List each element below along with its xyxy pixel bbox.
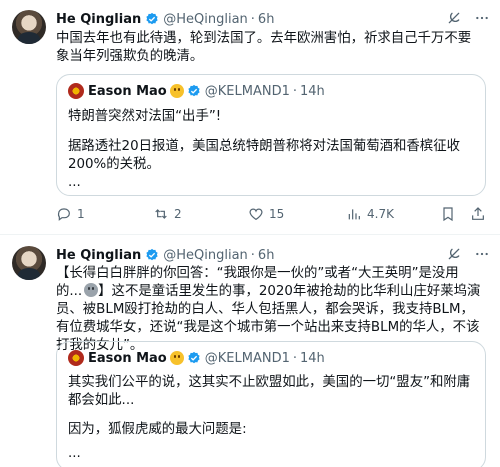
tweet-text: 中国去年也有此待遇，轮到法国了。去年欧洲害怕，祈求自己千万不要象当年列强欺负的晚… [56, 31, 472, 64]
timestamp[interactable]: 6h [258, 248, 275, 263]
quoted-tweet[interactable]: Eason Mao @KELMAND1 · 14h 其实我们公平的说，这其实不止… [56, 341, 486, 467]
emoji-icon [169, 84, 184, 98]
quoted-author-handle: @KELMAND1 [204, 83, 290, 99]
tweet-header: He Qinglian @HeQinglian · 6h [56, 10, 490, 28]
quoted-author-name: Eason Mao [88, 83, 167, 99]
quoted-avatar [68, 83, 84, 99]
more-icon[interactable] [474, 10, 490, 26]
grok-icon[interactable] [446, 246, 462, 262]
quoted-text-line: 其实我们公平的说，这其实不止欧盟如此，美国的一切“盟友”和附庸都会如此... [68, 375, 471, 408]
quoted-author-name: Eason Mao [88, 350, 167, 366]
tweet-actions: 1 2 15 4.7K [56, 206, 486, 226]
quoted-author-handle: @KELMAND1 [204, 350, 290, 366]
separator-dot: · [250, 11, 255, 27]
views-count: 4.7K [367, 207, 394, 221]
author-name[interactable]: He Qinglian [56, 12, 141, 27]
quoted-tweet[interactable]: Eason Mao @KELMAND1 · 14h 特朗普突然对法国“出手”! … [56, 74, 486, 196]
quoted-text-line: 据路透社20日报道，美国总统特朗普称将对法国葡萄酒和香槟征收200%的关税。 [68, 139, 460, 172]
verified-badge-icon [145, 248, 159, 262]
reply-count: 1 [77, 207, 85, 221]
tweet-header: He Qinglian @HeQinglian · 6h [56, 246, 490, 264]
timestamp[interactable]: 6h [258, 12, 275, 27]
emoji-icon [169, 351, 184, 365]
grok-icon[interactable] [446, 10, 462, 26]
divider [0, 234, 500, 235]
separator-dot: · [292, 83, 297, 99]
author-handle[interactable]: @HeQinglian [163, 12, 248, 27]
bookmark-icon [440, 206, 456, 222]
quoted-text-line: ... [68, 175, 81, 190]
like-icon [248, 206, 264, 222]
separator-dot: · [292, 350, 297, 366]
quoted-text-line: 特朗普突然对法国“出手”! [68, 109, 222, 124]
reply-icon [56, 206, 72, 222]
tweet[interactable]: He Qinglian @HeQinglian · 6h 【长得白白胖胖的你回答… [0, 236, 500, 467]
emoji-icon [84, 283, 99, 297]
bookmark-button[interactable] [440, 206, 456, 222]
reply-button[interactable]: 1 [56, 206, 85, 222]
share-button[interactable] [470, 206, 486, 222]
avatar[interactable] [12, 246, 46, 280]
repost-icon [153, 206, 169, 222]
tweet[interactable]: He Qinglian @HeQinglian · 6h 中国去年也有此待遇，轮… [0, 0, 500, 236]
like-button[interactable]: 15 [248, 206, 284, 222]
separator-dot: · [250, 247, 255, 263]
repost-count: 2 [174, 207, 182, 221]
author-handle[interactable]: @HeQinglian [163, 248, 248, 263]
quoted-avatar [68, 350, 84, 366]
avatar[interactable] [12, 10, 46, 44]
author-name[interactable]: He Qinglian [56, 248, 141, 263]
quoted-timestamp: 14h [300, 350, 325, 366]
verified-badge-icon [187, 84, 201, 98]
quoted-header: Eason Mao @KELMAND1 · 14h [68, 350, 325, 366]
repost-button[interactable]: 2 [153, 206, 182, 222]
verified-badge-icon [145, 12, 159, 26]
more-icon[interactable] [474, 246, 490, 262]
verified-badge-icon [187, 351, 201, 365]
like-count: 15 [269, 207, 285, 221]
quoted-timestamp: 14h [300, 83, 325, 99]
views-icon [346, 206, 362, 222]
share-icon [470, 206, 486, 222]
quoted-text-line: ... [68, 446, 81, 461]
quoted-header: Eason Mao @KELMAND1 · 14h [68, 83, 325, 99]
quoted-text-line: 因为，狐假虎威的最大问题是: [68, 422, 247, 437]
views-button[interactable]: 4.7K [346, 206, 394, 222]
